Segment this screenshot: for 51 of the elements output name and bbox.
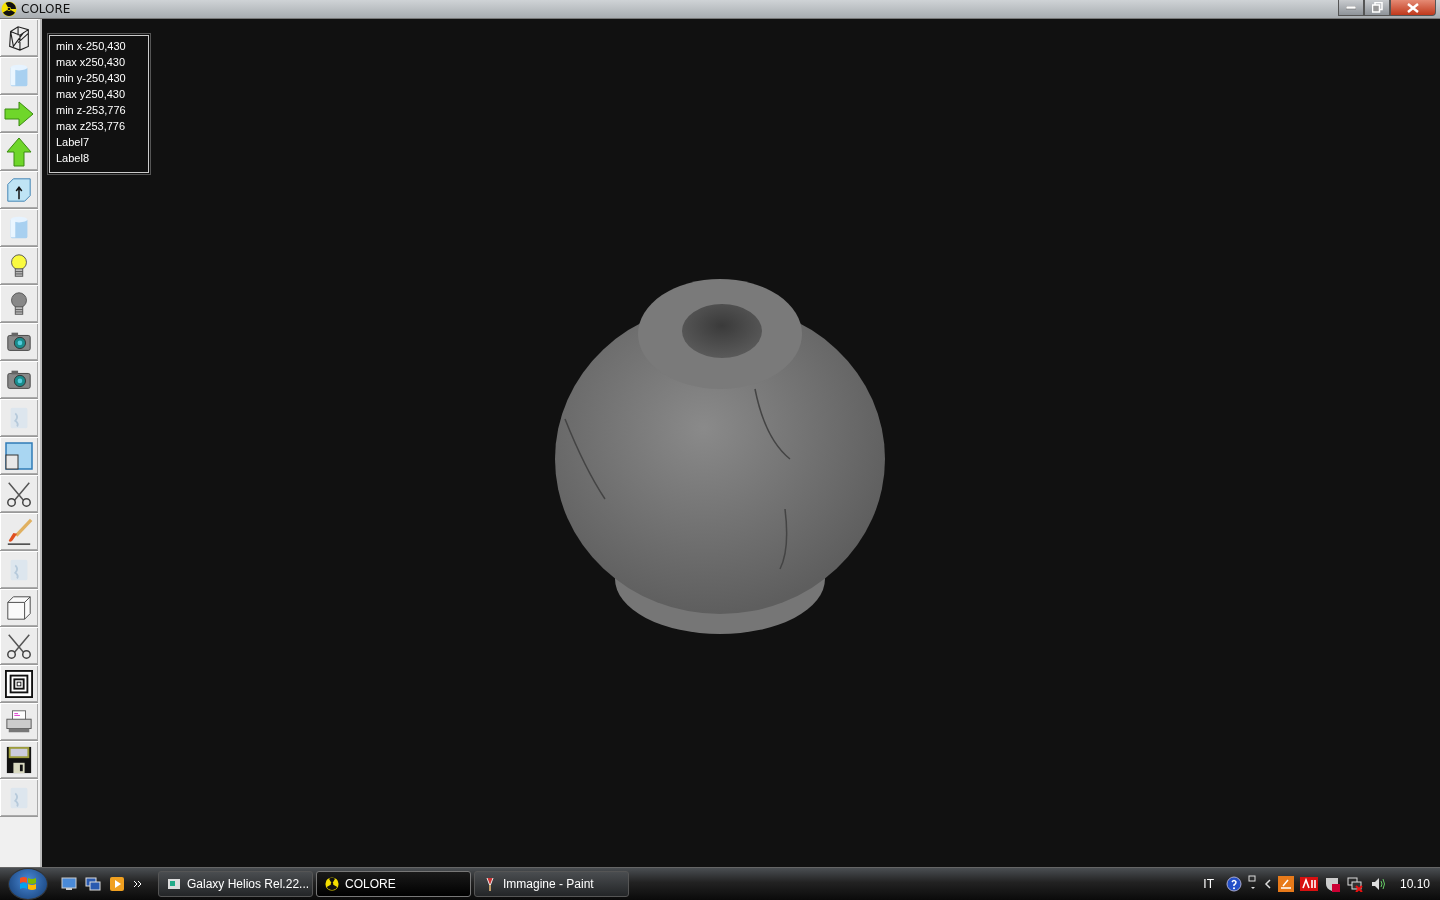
info-label: min z-253,776 [56, 103, 127, 118]
close-button[interactable] [1390, 0, 1436, 16]
clock[interactable]: 10.10 [1399, 877, 1430, 891]
info-label: max y250,430 [56, 87, 127, 102]
cube-icon [5, 593, 33, 622]
minimize-icon [1346, 5, 1356, 10]
help-icon[interactable] [1225, 876, 1242, 892]
taskbar-button[interactable]: Galaxy Helios Rel.22... [158, 871, 313, 897]
network-disconnected-icon[interactable] [1345, 876, 1364, 892]
info-label: Label7 [56, 135, 91, 150]
concentric-squares-icon [5, 669, 33, 698]
switch-windows-icon[interactable] [83, 877, 103, 891]
arrow-up-icon [4, 136, 34, 167]
taskbar-button[interactable]: Immagine - Paint [474, 871, 629, 897]
toolbar-button[interactable] [0, 627, 38, 665]
toolbar-button[interactable] [0, 361, 38, 399]
close-icon [1407, 2, 1419, 13]
window-icon [4, 440, 34, 471]
start-button[interactable] [8, 868, 48, 900]
taskbar-button[interactable]: COLORE [316, 871, 471, 897]
radiation-icon [1, 1, 17, 17]
info-label: Label8 [56, 151, 91, 166]
minimize-button[interactable] [1338, 0, 1364, 16]
toolbar-button[interactable] [0, 475, 38, 513]
info-label: min x-250,430 [56, 39, 127, 54]
toolbar-button[interactable] [0, 323, 38, 361]
chevron-left-icon[interactable] [1263, 879, 1272, 889]
app-window-icon [167, 877, 181, 891]
restore-button[interactable] [1364, 0, 1390, 16]
show-desktop-icon[interactable] [59, 877, 79, 891]
toolbar-button[interactable] [0, 19, 38, 57]
shield-icon[interactable] [1323, 876, 1340, 892]
info-label: max x250,430 [56, 55, 127, 70]
radiation-icon [325, 877, 339, 891]
toolbar-button[interactable] [0, 171, 38, 209]
graphics-tray-icon[interactable] [1299, 877, 1318, 891]
brush-icon [5, 517, 33, 546]
restore-icon [1371, 2, 1383, 13]
media-player-icon[interactable] [107, 876, 127, 892]
volume-icon[interactable] [1369, 876, 1388, 892]
arrow-right-icon [4, 98, 34, 129]
toolbar-button[interactable] [0, 741, 38, 779]
info-label: max z253,776 [56, 119, 127, 134]
info-label: min y-250,430 [56, 71, 127, 86]
window-title: COLORE [21, 2, 71, 16]
box-arrow-icon [5, 175, 33, 204]
toolbar-button[interactable] [0, 437, 38, 475]
toolbar-button[interactable] [0, 589, 38, 627]
tray-app-icon[interactable] [1277, 876, 1294, 892]
language-indicator[interactable]: IT [1203, 877, 1214, 891]
toolbar-button[interactable] [0, 665, 38, 703]
